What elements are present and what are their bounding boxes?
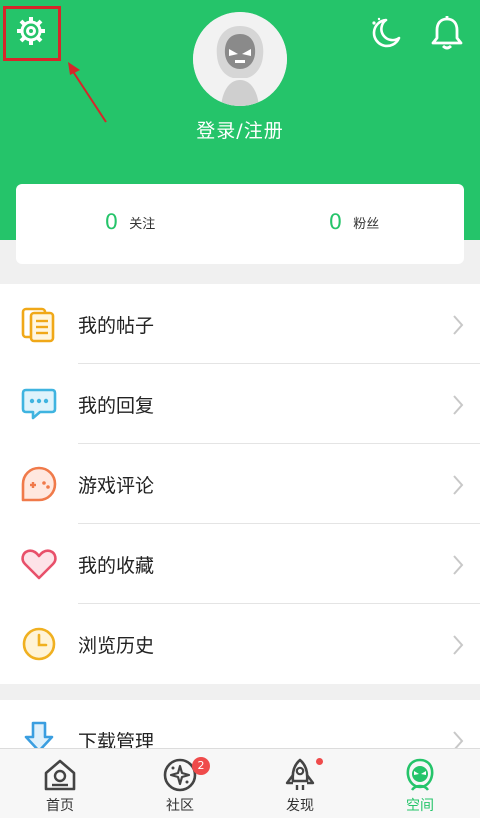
notification-badge: 2 (192, 757, 210, 775)
bell-icon (431, 16, 463, 50)
chevron-right-icon (453, 395, 464, 415)
chevron-right-icon (453, 635, 464, 655)
highlight-box (3, 6, 61, 61)
profile-menu: 我的帖子 我的回复 游戏评论 我的收藏 浏览历史 (0, 284, 480, 684)
menu-item-label: 浏览历史 (78, 635, 155, 657)
menu-item-label: 游戏评论 (78, 475, 155, 497)
posts-icon (21, 307, 55, 343)
menu-item-favorites[interactable]: 我的收藏 (0, 524, 480, 604)
home-icon (44, 759, 76, 791)
menu-item-my-posts[interactable]: 我的帖子 (0, 284, 480, 364)
chevron-right-icon (453, 475, 464, 495)
followers-count: 0 (328, 210, 343, 234)
tab-community[interactable]: 2 社区 (120, 749, 240, 818)
menu-item-label: 我的收藏 (78, 555, 155, 577)
moon-icon (372, 17, 401, 48)
login-register-link[interactable]: 登录/注册 (0, 116, 480, 143)
avatar[interactable] (193, 12, 287, 106)
tab-label: 发现 (286, 798, 314, 814)
bottom-tab-bar: 首页 2 社区 发现 空间 (0, 748, 480, 818)
download-icon (24, 721, 54, 750)
menu-item-my-replies[interactable]: 我的回复 (0, 364, 480, 444)
space-icon (406, 758, 434, 791)
following-stat[interactable]: 0 关注 (30, 210, 230, 234)
menu-item-label: 我的帖子 (78, 315, 155, 337)
tab-space[interactable]: 空间 (360, 749, 480, 818)
menu-item-label: 下载管理 (78, 731, 155, 750)
secondary-menu: 下载管理 (0, 700, 480, 750)
notifications-button[interactable] (428, 14, 466, 52)
menu-item-label: 我的回复 (78, 395, 155, 417)
default-avatar-icon (193, 12, 287, 106)
tab-label: 社区 (166, 798, 194, 814)
history-icon (22, 627, 56, 661)
tab-home[interactable]: 首页 (0, 749, 120, 818)
followers-stat[interactable]: 0 粉丝 (254, 210, 454, 234)
chevron-right-icon (453, 555, 464, 575)
chevron-right-icon (453, 315, 464, 335)
notification-dot (316, 758, 323, 765)
tab-label: 空间 (406, 798, 434, 814)
favorites-icon (21, 549, 57, 580)
chevron-right-icon (453, 731, 464, 750)
tab-discover[interactable]: 发现 (240, 749, 360, 818)
following-count: 0 (104, 210, 119, 234)
stats-card: 0 关注 0 粉丝 (16, 184, 464, 264)
rocket-icon (285, 758, 315, 790)
menu-item-game-reviews[interactable]: 游戏评论 (0, 444, 480, 524)
tab-label: 首页 (46, 798, 74, 814)
followers-label: 粉丝 (353, 216, 380, 232)
game-review-icon (21, 466, 57, 502)
menu-item-history[interactable]: 浏览历史 (0, 604, 480, 684)
night-mode-button[interactable] (366, 16, 402, 50)
following-label: 关注 (129, 216, 156, 232)
reply-icon (21, 388, 57, 420)
